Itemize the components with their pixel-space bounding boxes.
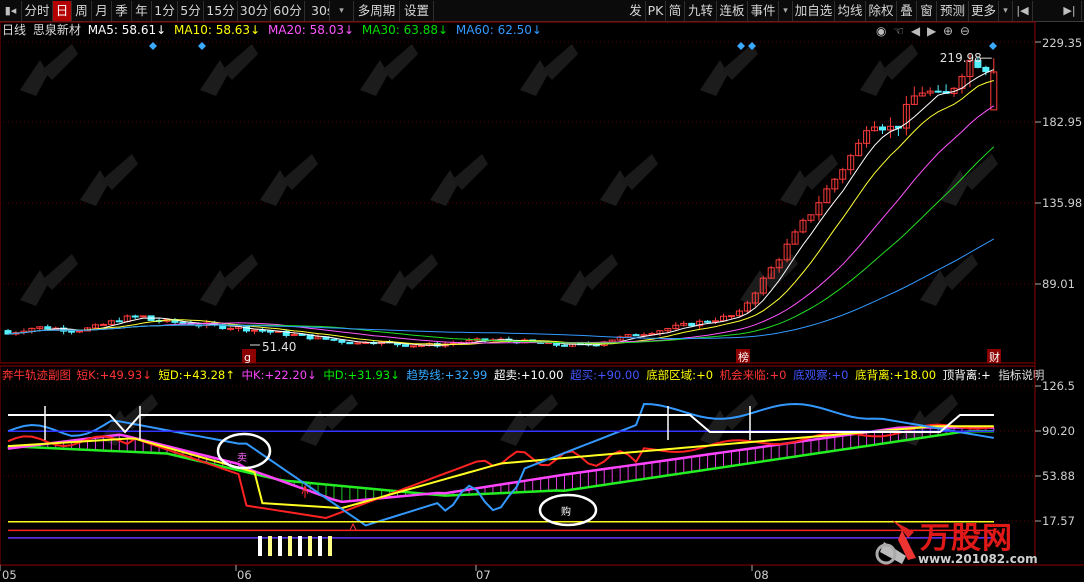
- bottom-signal-bar: [328, 536, 332, 556]
- candle-body: [68, 330, 76, 333]
- candle-body: [561, 344, 568, 347]
- short-d-line: [7, 425, 994, 510]
- watermark-bull-icon: [380, 270, 408, 306]
- candle-body: [227, 327, 235, 330]
- candle-body: [409, 345, 417, 348]
- candle-body: [250, 329, 258, 332]
- watermark-bull-icon: [780, 170, 808, 206]
- ma10-line: [7, 80, 994, 345]
- watermark-bull-icon: [740, 270, 768, 306]
- up-arrow-icon: [349, 522, 357, 531]
- candle-body: [712, 320, 720, 323]
- low-price-label: 51.40: [262, 340, 296, 354]
- watermark-bull-icon: [222, 44, 258, 80]
- candle-body: [688, 322, 696, 327]
- ma60-line: [7, 238, 995, 339]
- candle-body: [402, 344, 409, 347]
- watermark-bull-icon: [80, 170, 108, 206]
- watermark-bull-icon: [452, 154, 488, 190]
- watermark-bull-icon: [520, 60, 548, 96]
- watermark-bull-icon: [382, 44, 418, 80]
- candle-body: [354, 342, 362, 345]
- brand-logo: 万股网 www.201082.com: [862, 510, 1038, 570]
- candle-body: [934, 90, 942, 93]
- watermark-bull-icon: [622, 154, 658, 190]
- candle-body: [44, 326, 52, 330]
- event-marker-label: g: [244, 351, 251, 364]
- candle-body: [704, 320, 712, 323]
- signal-diamond-icon: [149, 42, 157, 50]
- chart-canvas[interactable]: 219.98 51.40 g 榜 财卖购: [0, 0, 1084, 582]
- candle-body: [982, 66, 990, 73]
- watermark-bull-icon: [322, 394, 358, 430]
- bottom-signal-bar: [258, 536, 262, 556]
- watermark-bull-icon: [860, 60, 888, 96]
- candle-body: [298, 333, 306, 336]
- candlestick-layer: [4, 54, 998, 348]
- watermark-bull-icon: [102, 154, 138, 190]
- watermark-bull-icon: [560, 270, 588, 306]
- candle-body: [266, 330, 274, 333]
- candle-body: [879, 126, 886, 131]
- watermark-bull-icon: [600, 170, 628, 206]
- bottom-signal-bar: [308, 536, 312, 556]
- candle-body: [258, 329, 266, 332]
- watermark-bull-icon: [200, 270, 228, 306]
- candle-body: [990, 71, 998, 111]
- signal-diamond-icon: [198, 42, 206, 50]
- grid-lines: [0, 21, 1084, 571]
- watermark-bull-icon: [920, 270, 948, 306]
- watermark-bull-icon: [940, 170, 968, 206]
- watermark-bull-icon: [582, 254, 618, 290]
- watermark-bull-icon: [430, 170, 458, 206]
- bottom-signal-bar: [268, 536, 272, 556]
- buy-signal-label: 购: [561, 505, 571, 518]
- watermark-bull-icon: [42, 44, 78, 80]
- candle-body: [338, 339, 346, 343]
- watermark-bull-icon: [200, 60, 228, 96]
- bottom-signal-bar: [298, 536, 302, 556]
- top-signal-line: [8, 414, 994, 434]
- candle-body: [76, 330, 84, 333]
- signal-diamond-icon: [989, 42, 997, 50]
- candle-body: [179, 321, 187, 324]
- line-layer: [7, 69, 995, 539]
- candle-body: [131, 315, 139, 318]
- watermark-bull-icon: [942, 254, 978, 290]
- brand-name: 万股网: [920, 521, 1013, 556]
- candle-body: [330, 338, 338, 341]
- high-price-label: 219.98: [940, 51, 982, 65]
- watermark-bull-icon: [42, 254, 78, 290]
- ma20-line: [7, 105, 995, 344]
- watermark-bull-icon: [522, 394, 558, 430]
- watermark-bull-icon: [360, 60, 388, 96]
- candle-body: [139, 315, 147, 318]
- watermark-bull-icon: [20, 270, 48, 306]
- candle-body: [346, 341, 354, 345]
- watermark-bull-icon: [222, 254, 258, 290]
- bottom-signal-bar: [288, 536, 292, 556]
- candle-body: [727, 315, 735, 318]
- ma5-line: [7, 69, 994, 346]
- event-marker-label: 财: [989, 350, 1000, 364]
- brand-url: www.201082.com: [918, 552, 1038, 566]
- candle-body: [632, 334, 640, 337]
- event-marker-label: 榜: [738, 350, 749, 364]
- watermark-bull-icon: [282, 154, 318, 190]
- watermark-bull-icon: [802, 154, 838, 190]
- watermark-bull-icon: [700, 60, 728, 96]
- watermark-bull-icon: [882, 44, 918, 80]
- bottom-signal-bar: [318, 536, 322, 556]
- candle-body: [99, 323, 107, 326]
- sell-signal-label: 卖: [237, 452, 247, 464]
- candle-body: [417, 344, 425, 347]
- bottom-signal-bar: [278, 536, 282, 556]
- watermark-bull-icon: [260, 170, 288, 206]
- watermark-bull-icon: [402, 254, 438, 290]
- watermark-bull-icon: [542, 44, 578, 80]
- candle-body: [115, 320, 123, 323]
- watermark-bull-icon: [20, 60, 48, 96]
- signal-diamond-icon: [737, 42, 745, 50]
